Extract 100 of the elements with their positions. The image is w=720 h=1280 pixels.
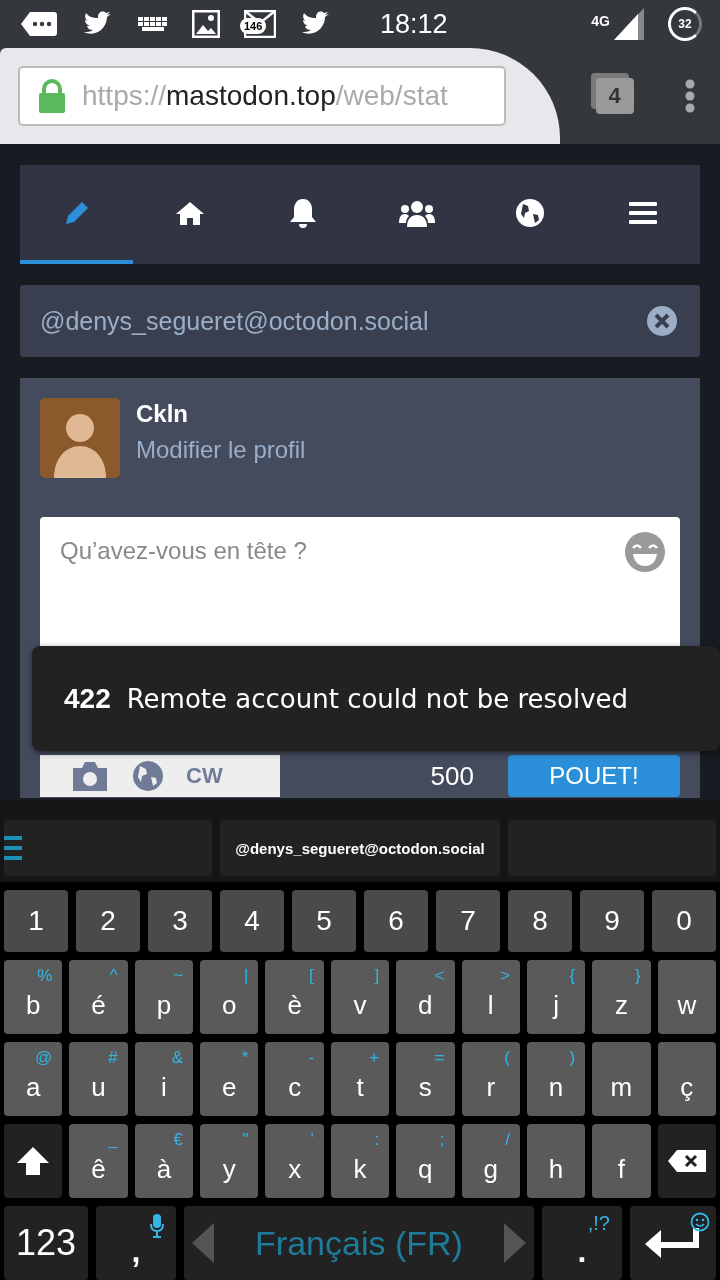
signal-icon <box>614 8 644 40</box>
menu-icon <box>629 200 658 225</box>
emoji-icon[interactable] <box>624 531 666 573</box>
key[interactable]: " y <box>200 1124 259 1198</box>
key[interactable]: ; q <box>396 1124 455 1198</box>
key[interactable]: @ a <box>4 1042 63 1116</box>
clock-time: 18:12 <box>380 8 448 40</box>
key[interactable]: > l <box>461 960 520 1034</box>
key[interactable]: & i <box>134 1042 194 1116</box>
key-label: k <box>353 1153 367 1185</box>
key-hint: : <box>374 1130 380 1150</box>
key-hint: } <box>634 966 641 986</box>
key[interactable]: ^ é <box>69 960 128 1034</box>
compose-field[interactable]: Qu’avez-vous en tête ? <box>40 517 680 647</box>
key[interactable]: { j <box>526 960 586 1034</box>
period-key[interactable]: ,!? . <box>542 1206 622 1280</box>
key[interactable]: < d <box>396 960 455 1034</box>
left-arrow-icon <box>192 1223 214 1263</box>
key-hint: | <box>244 966 249 986</box>
symbols-key[interactable]: 123 <box>4 1206 88 1280</box>
key-hint: - <box>308 1048 314 1068</box>
key[interactable]: 0 <box>652 890 716 952</box>
shift-key[interactable] <box>4 1124 63 1198</box>
key[interactable]: [ è <box>265 960 324 1034</box>
key[interactable]: : k <box>330 1124 390 1198</box>
key-hint: # <box>108 1048 118 1068</box>
backspace-key[interactable] <box>657 1124 716 1198</box>
menu-icon[interactable] <box>4 834 22 862</box>
key[interactable]: } z <box>592 960 651 1034</box>
more-icon[interactable] <box>684 79 695 113</box>
key[interactable]: + t <box>330 1042 390 1116</box>
key[interactable]: | o <box>200 960 259 1034</box>
key-label: f <box>617 1153 626 1185</box>
key[interactable]: 9 <box>580 890 644 952</box>
key-label: t <box>356 1071 364 1103</box>
key[interactable]: ~ p <box>134 960 194 1034</box>
key[interactable]: 8 <box>508 890 572 952</box>
home-icon <box>175 199 205 226</box>
enter-icon <box>645 1228 701 1258</box>
key-label: n <box>548 1071 564 1103</box>
key-label: r <box>486 1071 496 1103</box>
key-label: s <box>418 1071 432 1103</box>
key-label: z <box>614 989 628 1021</box>
key[interactable]: ( r <box>461 1042 520 1116</box>
key[interactable]: ) n <box>526 1042 586 1116</box>
key[interactable]: _ ê <box>69 1124 128 1198</box>
search-field[interactable]: @denys_segueret@octodon.social <box>20 285 700 357</box>
key[interactable]: % b <box>4 960 63 1034</box>
key[interactable]: € à <box>134 1124 194 1198</box>
key[interactable]: 2 <box>76 890 140 952</box>
key[interactable]: ] v <box>330 960 390 1034</box>
key[interactable]: 3 <box>148 890 212 952</box>
enter-key[interactable] <box>630 1206 716 1280</box>
key-hint: € <box>173 1130 184 1150</box>
key[interactable]: 6 <box>364 890 428 952</box>
key-hint: + <box>369 1048 380 1068</box>
key[interactable]: ' x <box>265 1124 324 1198</box>
lock-icon <box>38 79 66 113</box>
key-label: h <box>548 1153 564 1185</box>
image-icon <box>192 10 220 38</box>
content-warning-button[interactable]: CW <box>186 763 223 789</box>
right-arrow-icon <box>504 1223 526 1263</box>
key[interactable]: f <box>592 1124 651 1198</box>
globe-icon[interactable] <box>132 760 164 792</box>
suggestion[interactable]: @denys_segueret@octodon.social <box>220 820 500 876</box>
key[interactable]: 5 <box>292 890 356 952</box>
camera-icon[interactable] <box>70 760 110 792</box>
key-label: ç <box>680 1071 694 1103</box>
key-label: l <box>487 989 494 1021</box>
key[interactable]: h <box>526 1124 586 1198</box>
key[interactable]: m <box>592 1042 651 1116</box>
error-message: Remote account could not be resolved <box>126 683 629 714</box>
key-hint: ] <box>374 966 380 986</box>
comma-key[interactable]: , <box>96 1206 176 1280</box>
key[interactable]: * e <box>200 1042 259 1116</box>
key-hint: @ <box>35 1048 53 1068</box>
key-label: é <box>91 989 106 1021</box>
key-hint: [ <box>309 966 314 986</box>
key-label: v <box>353 989 367 1021</box>
edit-profile-link[interactable]: Modifier le profil <box>136 436 306 464</box>
key[interactable]: - c <box>265 1042 324 1116</box>
address-bar[interactable]: https://mastodon.top/web/stat <box>18 66 506 126</box>
key[interactable]: w <box>657 960 716 1034</box>
key[interactable]: 7 <box>436 890 500 952</box>
key[interactable]: 1 <box>4 890 68 952</box>
key-label: è <box>287 989 302 1021</box>
key[interactable]: 4 <box>220 890 284 952</box>
key-label: x <box>288 1153 302 1185</box>
key[interactable]: / g <box>461 1124 520 1198</box>
key[interactable]: = s <box>396 1042 455 1116</box>
key-hint: { <box>569 966 576 986</box>
notification-badge: 146 <box>240 18 267 34</box>
shift-icon <box>16 1146 51 1176</box>
key-hint: = <box>434 1048 445 1068</box>
key[interactable]: # u <box>69 1042 128 1116</box>
clear-icon[interactable] <box>646 305 678 337</box>
key[interactable]: ç <box>657 1042 716 1116</box>
key-hint: ~ <box>173 966 184 986</box>
network-type: 4G <box>591 13 610 29</box>
bell-icon <box>289 196 318 229</box>
